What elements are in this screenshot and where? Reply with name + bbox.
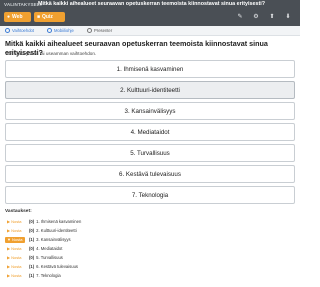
tab-presenter[interactable]: Presenter (87, 28, 112, 33)
answer-label: 1. Ihmisenä kasvaminen (36, 219, 82, 224)
answer-row: ▶ Nosta (0) 4. Mediataidot (5, 244, 205, 253)
cast-icon: ■ (37, 14, 41, 20)
answer-count: (0) (29, 255, 35, 260)
raise-button[interactable]: ▶ Nosta (5, 264, 25, 270)
answer-count: (0) (29, 228, 35, 233)
sub-navigation: Vaihtoehdot Mobiiliohje Presenter (0, 26, 300, 36)
answer-row: ▶ Nosta (0) 1. Ihmisenä kasvaminen (5, 217, 205, 226)
tab-mobile[interactable]: Mobiiliohje (47, 28, 74, 33)
answer-count: (1) (29, 237, 35, 242)
section-label: VALINTAKYSELY (4, 2, 43, 7)
answer-count: (0) (29, 246, 35, 251)
up-icon[interactable]: ⬆ (264, 13, 280, 20)
option-list: 1. Ihmisenä kasvaminen 2. Kulttuuri-iden… (5, 60, 295, 207)
settings-icon[interactable]: ⚙ (248, 13, 264, 20)
answer-label: 2. Kulttuuri-identiteetti (36, 228, 77, 233)
triangle-icon: ▶ (7, 246, 11, 251)
raise-button-label: Nosta (11, 228, 22, 233)
triangle-icon: ▶ (7, 219, 11, 224)
answer-row: ▶ Nosta (0) 2. Kulttuuri-identiteetti (5, 226, 205, 235)
answers-list: ▶ Nosta (0) 1. Ihmisenä kasvaminen ▶ Nosta… (5, 217, 205, 280)
tab-presenter-label: Presenter (94, 28, 113, 33)
answers-title: Vastaukset: (5, 209, 32, 214)
web-button-label: Web (12, 14, 23, 20)
tool-icons: ✎ ⚙ ⬆ ⬇ (232, 13, 296, 20)
triangle-icon: ▶ (7, 228, 11, 233)
answer-row: ▶ Nosta (1) 7. Teknologia (5, 271, 205, 280)
question-hint: Voit valita yhden tai useamman vaihtoehd… (5, 51, 97, 56)
question-title: Mitkä kaikki aihealueet seuraavan opetus… (38, 1, 266, 7)
top-toolbar: VALINTAKYSELY Mitkä kaikki aihealueet se… (0, 0, 300, 26)
raise-button-label: Nosta (11, 246, 22, 251)
raise-button-label: Nosta (11, 237, 23, 242)
answer-count: (1) (29, 273, 35, 278)
answer-label: 5. Turvallisuus (36, 255, 63, 260)
raise-button[interactable]: ▼ Nosta (5, 236, 25, 243)
answer-count: (0) (29, 219, 35, 224)
radio-icon (5, 28, 10, 33)
edit-icon[interactable]: ✎ (232, 13, 248, 20)
quiz-button[interactable]: ■ Quiz (34, 12, 65, 22)
raise-button[interactable]: ▶ Nosta (5, 219, 25, 225)
raise-button-label: Nosta (11, 264, 22, 269)
triangle-icon: ▼ (7, 237, 11, 242)
raise-button[interactable]: ▶ Nosta (5, 246, 25, 252)
raise-button-label: Nosta (11, 273, 22, 278)
option-button[interactable]: 2. Kulttuuri-identiteetti (5, 81, 295, 99)
raise-button[interactable]: ▶ Nosta (5, 228, 25, 234)
answer-row: ▶ Nosta (1) 6. Kestävä tulevaisuus (5, 262, 205, 271)
globe-icon: ● (7, 14, 11, 20)
raise-button-label: Nosta (11, 219, 22, 224)
answer-row: ▼ Nosta (1) 3. Kansainvälisyys (5, 235, 205, 244)
radio-icon (87, 28, 92, 33)
tab-options-label: Vaihtoehdot (12, 28, 35, 33)
answer-row: ▶ Nosta (0) 5. Turvallisuus (5, 253, 205, 262)
option-button[interactable]: 7. Teknologia (5, 186, 295, 204)
triangle-icon: ▶ (7, 273, 11, 278)
option-button[interactable]: 4. Mediataidot (5, 123, 295, 141)
option-button[interactable]: 1. Ihmisenä kasvaminen (5, 60, 295, 78)
down-icon[interactable]: ⬇ (280, 13, 296, 20)
triangle-icon: ▶ (7, 264, 11, 269)
option-button[interactable]: 3. Kansainvälisyys (5, 102, 295, 120)
raise-button[interactable]: ▶ Nosta (5, 255, 25, 261)
raise-button-label: Nosta (11, 255, 22, 260)
answer-label: 3. Kansainvälisyys (36, 237, 71, 242)
tab-mobile-label: Mobiiliohje (54, 28, 74, 33)
answer-label: 7. Teknologia (36, 273, 61, 278)
answer-label: 4. Mediataidot (36, 246, 63, 251)
option-button[interactable]: 6. Kestävä tulevaisuus (5, 165, 295, 183)
answer-label: 6. Kestävä tulevaisuus (36, 264, 79, 269)
tab-options[interactable]: Vaihtoehdot (5, 28, 34, 33)
answer-count: (1) (29, 264, 35, 269)
quiz-button-label: Quiz (42, 14, 53, 20)
raise-button[interactable]: ▶ Nosta (5, 273, 25, 279)
radio-icon (47, 28, 52, 33)
web-button[interactable]: ● Web (4, 12, 31, 22)
triangle-icon: ▶ (7, 255, 11, 260)
option-button[interactable]: 5. Turvallisuus (5, 144, 295, 162)
